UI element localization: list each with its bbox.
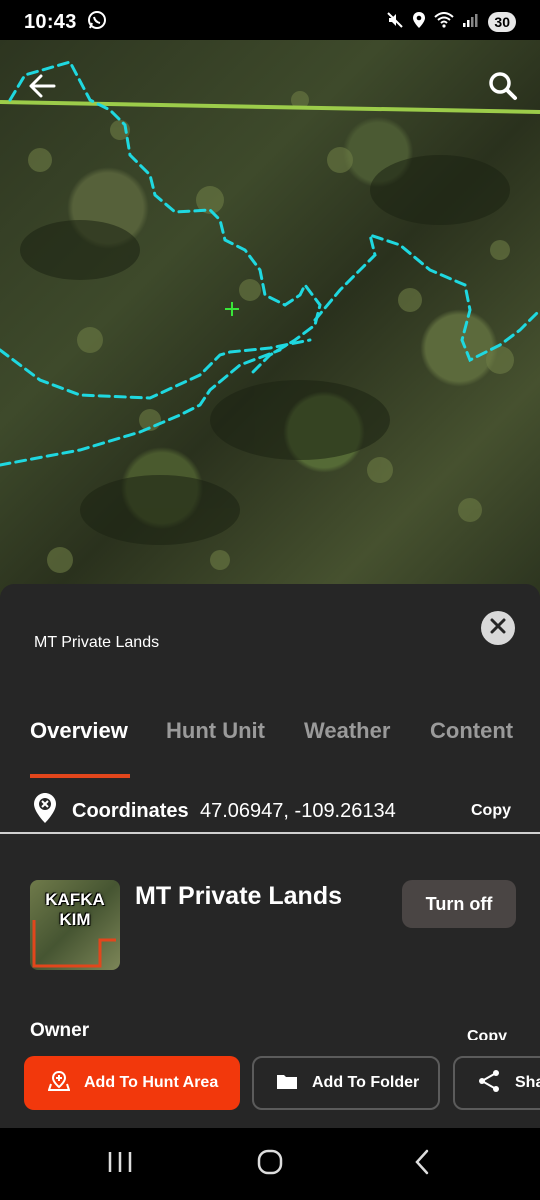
turn-off-button[interactable]: Turn off bbox=[402, 880, 516, 928]
layer-name: MT Private Lands bbox=[135, 882, 342, 910]
status-bar: 10:43 30 bbox=[0, 0, 540, 44]
location-icon bbox=[412, 11, 426, 34]
info-bottom-sheet: MT Private Lands Overview Hunt Unit Weat… bbox=[0, 584, 540, 1128]
add-to-folder-button[interactable]: Add To Folder bbox=[252, 1056, 440, 1110]
share-button[interactable]: Share bbox=[453, 1056, 540, 1110]
add-to-hunt-area-button[interactable]: Add To Hunt Area bbox=[24, 1056, 240, 1110]
back-button[interactable] bbox=[20, 66, 64, 110]
copy-coordinates-button[interactable]: Copy bbox=[471, 802, 511, 820]
layer-card: KAFKA KIM MT Private Lands Turn off bbox=[0, 868, 540, 970]
crosshair bbox=[225, 302, 239, 316]
coordinates-row: Coordinates 47.06947, -109.26134 Copy bbox=[0, 788, 540, 834]
tab-weather[interactable]: Weather bbox=[304, 718, 390, 744]
tab-bar: Overview Hunt Unit Weather Content bbox=[0, 714, 540, 778]
whatsapp-icon bbox=[87, 10, 107, 35]
recent-apps-button[interactable] bbox=[100, 1146, 140, 1182]
status-time: 10:43 bbox=[24, 10, 77, 33]
thumbnail-text: KAFKA bbox=[45, 890, 105, 909]
add-to-hunt-area-label: Add To Hunt Area bbox=[84, 1074, 219, 1091]
back-chevron-icon bbox=[413, 1149, 431, 1180]
search-button[interactable] bbox=[481, 66, 525, 110]
layer-thumbnail: KAFKA KIM bbox=[30, 880, 120, 970]
coordinates-label: Coordinates bbox=[72, 800, 189, 822]
property-boundary-line bbox=[0, 100, 540, 114]
home-icon bbox=[257, 1149, 283, 1180]
close-button[interactable] bbox=[481, 611, 515, 645]
owner-label: Owner bbox=[30, 1020, 90, 1041]
mute-icon bbox=[386, 11, 404, 34]
folder-icon bbox=[276, 1072, 298, 1095]
wifi-icon bbox=[434, 11, 455, 33]
back-arrow-icon bbox=[28, 74, 56, 103]
hunt-area-icon bbox=[47, 1070, 71, 1097]
search-icon bbox=[488, 71, 518, 106]
coordinates-value: 47.06947, -109.26134 bbox=[200, 800, 396, 822]
map-view[interactable] bbox=[0, 40, 540, 600]
location-pin-icon bbox=[33, 792, 57, 829]
sheet-title: MT Private Lands bbox=[34, 634, 160, 651]
thumbnail-text: KIM bbox=[59, 910, 91, 929]
back-nav-button[interactable] bbox=[402, 1146, 442, 1182]
tab-hunt-unit[interactable]: Hunt Unit bbox=[166, 718, 265, 744]
recent-apps-icon bbox=[107, 1150, 133, 1179]
action-bar: Add To Hunt Area Add To Folder Share bbox=[0, 1056, 540, 1112]
home-button[interactable] bbox=[250, 1146, 290, 1182]
tab-overview[interactable]: Overview bbox=[30, 718, 128, 744]
share-icon bbox=[477, 1069, 501, 1098]
close-icon bbox=[490, 618, 506, 639]
copy-owner-button[interactable]: Copy bbox=[467, 1028, 507, 1040]
signal-icon bbox=[462, 12, 480, 33]
add-to-folder-label: Add To Folder bbox=[312, 1074, 420, 1091]
system-navigation-bar bbox=[0, 1128, 540, 1200]
map-overlay bbox=[0, 60, 540, 573]
divider bbox=[0, 832, 540, 834]
share-label: Share bbox=[515, 1074, 540, 1091]
battery-indicator: 30 bbox=[488, 12, 516, 32]
active-tab-indicator bbox=[30, 774, 130, 778]
tab-content[interactable]: Content bbox=[430, 718, 513, 744]
